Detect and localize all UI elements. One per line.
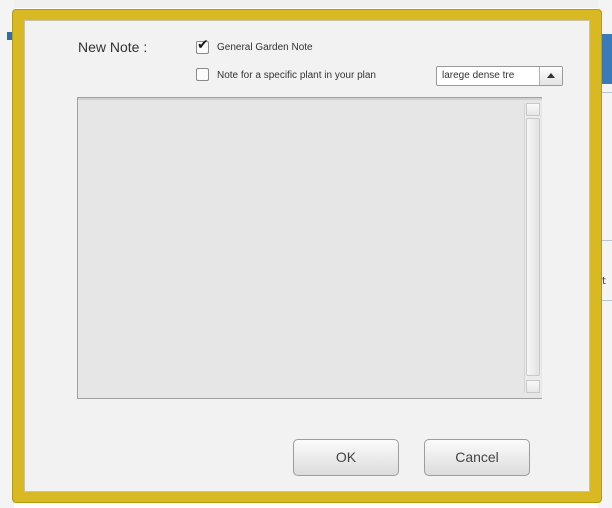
new-note-label: New Note : [78,39,148,55]
scrollbar-thumb[interactable] [526,118,540,376]
plant-select-value: larege dense tre [442,70,515,81]
background-text-fragment: t [602,276,606,287]
background-window-top [0,0,612,8]
checkmark-icon: ✔ [197,37,209,53]
note-text-area[interactable] [77,97,542,399]
scroll-up-button[interactable] [526,103,540,116]
specific-plant-checkbox[interactable] [196,68,209,81]
cancel-button[interactable]: Cancel [424,439,530,476]
chevron-up-icon [547,73,555,78]
general-note-checkbox[interactable]: ✔ [196,37,209,54]
plant-select-dropdown[interactable]: larege dense tre [436,66,563,86]
specific-plant-label[interactable]: Note for a specific plant in your plan [217,70,376,81]
general-note-label[interactable]: General Garden Note [217,42,313,53]
ok-button[interactable]: OK [293,439,399,476]
note-text-scrollbar[interactable] [524,103,541,393]
text-area-inner-shadow [78,98,542,100]
scroll-down-button[interactable] [526,380,540,393]
plant-select-toggle-button[interactable] [539,67,562,85]
